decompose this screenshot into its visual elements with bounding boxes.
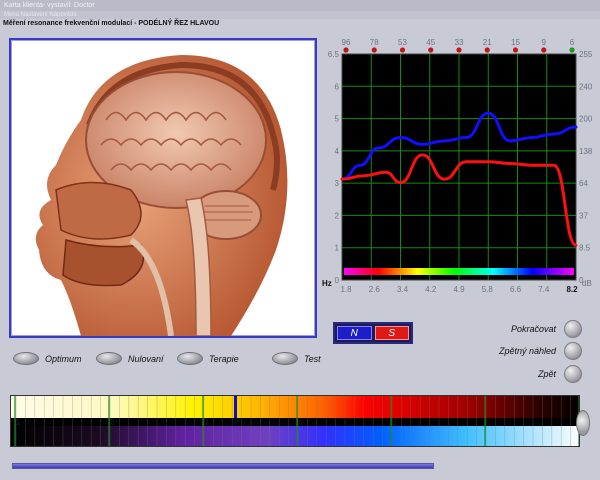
x-tick-label: 7.4 bbox=[538, 285, 550, 294]
preview-round-icon[interactable] bbox=[564, 342, 582, 360]
back-label: Zpět bbox=[537, 369, 556, 379]
top-marker-label: 45 bbox=[426, 38, 435, 47]
rainbow-strip bbox=[344, 268, 574, 275]
preview-button[interactable]: Zpětný náhled bbox=[499, 342, 582, 360]
frequency-spectrum-strip[interactable]: 1234560 bbox=[10, 395, 580, 447]
test-button[interactable]: Test bbox=[272, 352, 321, 365]
menu-bar[interactable]: Menu Nastavení Nápověda bbox=[0, 11, 600, 19]
window-title: Karta klienta- vystavil: Doctor bbox=[0, 0, 600, 11]
polarity-toggle[interactable]: N S bbox=[333, 322, 413, 344]
top-marker-dot bbox=[569, 47, 575, 53]
continue-button[interactable]: Pokračovat bbox=[511, 320, 582, 338]
y2-axis-label: dB bbox=[582, 279, 592, 288]
page-subtitle: Měření resonance frekvenční modulací - P… bbox=[3, 20, 220, 27]
x-tick-label: 6.6 bbox=[510, 285, 522, 294]
frequency-chart-panel: 96 78 53 45 33 21 15 9 6 6.5 6 5 4 3 2 1 0 255 240 200 138 64… bbox=[320, 36, 596, 310]
nulovani-button[interactable]: Nulovaní bbox=[96, 352, 164, 365]
y-tick-right-label: 255 bbox=[579, 50, 593, 59]
x-tick-label: 5.8 bbox=[482, 285, 494, 294]
top-marker-label: 78 bbox=[370, 38, 379, 47]
top-marker-label: 53 bbox=[398, 38, 407, 47]
back-button[interactable]: Zpět bbox=[538, 365, 582, 383]
top-marker-dot bbox=[371, 47, 377, 53]
y-tick-right-label: 64 bbox=[579, 179, 588, 188]
top-marker-dot bbox=[541, 47, 547, 53]
top-marker-label: 96 bbox=[342, 38, 351, 47]
nulovani-label: Nulovaní bbox=[128, 353, 164, 364]
top-marker-label: 21 bbox=[483, 38, 492, 47]
spectrum-major-label: 5 bbox=[392, 418, 397, 427]
top-marker-dot bbox=[456, 47, 462, 53]
frequency-chart: 96 78 53 45 33 21 15 9 66.5654321025524020013864… bbox=[322, 38, 593, 294]
y-tick-right-label: 138 bbox=[579, 147, 593, 156]
back-round-icon[interactable] bbox=[564, 365, 582, 383]
y-tick-left-label: 3 bbox=[335, 179, 340, 188]
top-marker-dot bbox=[343, 47, 349, 53]
y-tick-right-label: 200 bbox=[579, 115, 593, 124]
terapie-button[interactable]: Terapie bbox=[177, 352, 239, 365]
x-tick-label: 4.9 bbox=[453, 285, 465, 294]
top-marker-dot bbox=[484, 47, 490, 53]
spectrum-middle-band bbox=[11, 418, 579, 426]
test-oval-icon[interactable] bbox=[272, 352, 298, 365]
test-label: Test bbox=[304, 353, 321, 364]
spectrum-major-label: 1 bbox=[16, 418, 21, 427]
y-tick-left-label: 4 bbox=[335, 147, 340, 156]
spectrum-cursor bbox=[234, 396, 237, 418]
horizontal-scrollbar[interactable] bbox=[12, 463, 434, 469]
y-tick-right-label: 8.5 bbox=[579, 244, 591, 253]
x-tick-label: 8.2 bbox=[566, 285, 578, 294]
top-marker-label: 6 bbox=[570, 38, 575, 47]
top-marker-dot bbox=[428, 47, 434, 53]
top-marker-dot bbox=[512, 47, 519, 53]
polarity-n-button[interactable]: N bbox=[337, 326, 372, 340]
spectrum-major-label: 3 bbox=[204, 418, 209, 427]
y-tick-left-label: 2 bbox=[335, 211, 340, 220]
head-cross-section-image bbox=[9, 38, 317, 338]
nulovani-oval-icon[interactable] bbox=[96, 352, 122, 365]
preview-label: Zpětný náhled bbox=[498, 346, 556, 356]
spectrum-scroll-knob[interactable] bbox=[576, 410, 590, 436]
y-tick-left-label: 1 bbox=[335, 244, 340, 253]
y-tick-left-label: 6.5 bbox=[328, 50, 340, 59]
top-marker-dot bbox=[399, 47, 406, 53]
x-tick-label: 1.8 bbox=[340, 285, 352, 294]
optimum-label: Optimum bbox=[45, 353, 82, 364]
top-marker-label: 33 bbox=[455, 38, 464, 47]
y-tick-left-label: 6 bbox=[335, 82, 340, 91]
optimum-oval-icon[interactable] bbox=[13, 352, 39, 365]
spectrum-top-band bbox=[11, 396, 579, 418]
terapie-oval-icon[interactable] bbox=[177, 352, 203, 365]
polarity-s-button[interactable]: S bbox=[374, 326, 409, 340]
y-tick-left-label: 5 bbox=[335, 115, 340, 124]
continue-label: Pokračovat bbox=[510, 324, 556, 334]
x-tick-label: 2.6 bbox=[369, 285, 381, 294]
x-tick-label: 4.2 bbox=[425, 285, 437, 294]
top-marker-label: 15 bbox=[511, 38, 520, 47]
spectrum-graphic: 1234560 bbox=[11, 396, 579, 446]
spectrum-major-label: 2 bbox=[110, 418, 115, 427]
head-illustration bbox=[35, 55, 288, 336]
top-marker-label: 9 bbox=[542, 38, 547, 47]
y-tick-right-label: 37 bbox=[579, 211, 588, 220]
x-tick-label: 3.4 bbox=[397, 285, 409, 294]
y-tick-right-label: 240 bbox=[579, 82, 593, 91]
x-axis-label: Hz bbox=[322, 279, 332, 288]
terapie-label: Terapie bbox=[209, 353, 239, 364]
y-tick-left-label: 0 bbox=[335, 276, 340, 285]
continue-round-icon[interactable] bbox=[564, 320, 582, 338]
spectrum-major-label: 4 bbox=[298, 418, 303, 427]
optimum-button[interactable]: Optimum bbox=[13, 352, 82, 365]
spectrum-major-label: 6 bbox=[486, 418, 491, 427]
spectrum-bottom-band bbox=[11, 426, 579, 446]
